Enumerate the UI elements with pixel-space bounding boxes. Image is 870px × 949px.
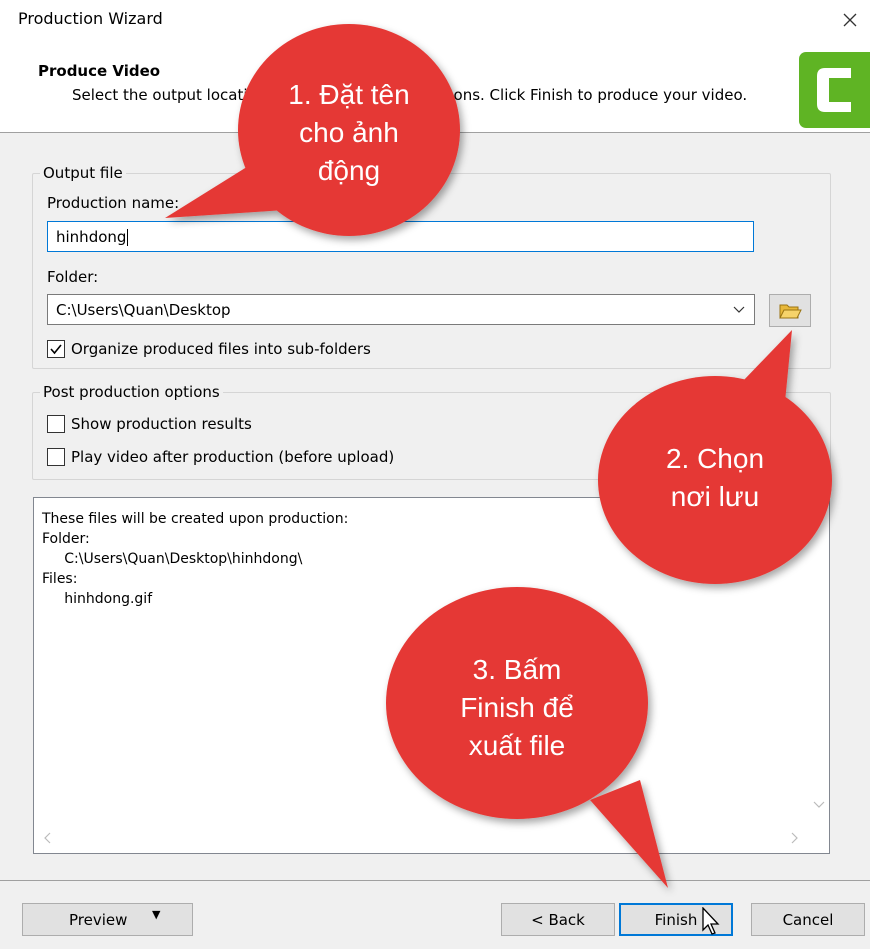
- checkbox-box[interactable]: [47, 340, 65, 358]
- folder-combobox[interactable]: C:\Users\Quan\Desktop: [47, 294, 755, 325]
- close-button[interactable]: [830, 0, 870, 40]
- show-results-label: Show production results: [71, 415, 252, 433]
- checkmark-icon: [50, 344, 62, 355]
- dropdown-arrow-icon[interactable]: ▼: [152, 908, 160, 921]
- checkbox-box[interactable]: [47, 448, 65, 466]
- scroll-left-icon[interactable]: [43, 831, 53, 845]
- footer-separator: [0, 880, 870, 881]
- folder-open-icon: [779, 304, 802, 318]
- play-video-checkbox[interactable]: Play video after production (before uplo…: [47, 448, 394, 466]
- production-name-input[interactable]: hinhdong: [47, 221, 754, 252]
- horizontal-scrollbar[interactable]: [34, 827, 829, 853]
- production-info-text: These files will be created upon product…: [42, 511, 349, 607]
- back-button-label: < Back: [531, 910, 585, 929]
- page-title: Produce Video: [38, 62, 161, 80]
- camtasia-logo-icon: [799, 52, 870, 128]
- browse-folder-button[interactable]: [769, 294, 811, 327]
- production-name-value: hinhdong: [56, 228, 127, 246]
- mouse-cursor-icon: [702, 907, 720, 935]
- callout-text-3: 3. Bấm Finish để xuất file: [460, 654, 574, 761]
- scroll-down-icon[interactable]: [813, 800, 825, 810]
- chevron-down-icon[interactable]: [732, 302, 746, 316]
- show-results-checkbox[interactable]: Show production results: [47, 415, 252, 433]
- text-caret: [127, 229, 129, 246]
- production-name-label: Production name:: [47, 194, 180, 212]
- title-bar: Production Wizard: [0, 0, 870, 40]
- cancel-button[interactable]: Cancel: [751, 903, 865, 936]
- callout-text-1: 1. Đặt tên cho ảnh động: [288, 79, 410, 186]
- folder-label: Folder:: [47, 268, 99, 286]
- post-production-group-label: Post production options: [40, 383, 223, 401]
- scroll-right-icon[interactable]: [789, 831, 799, 845]
- page-description-end: ons. Click Finish to produce your video.: [453, 86, 748, 104]
- page-description-start: Select the output locati: [72, 86, 248, 104]
- cancel-button-label: Cancel: [782, 910, 834, 929]
- preview-button-label: Preview: [69, 910, 128, 929]
- close-icon: [843, 13, 857, 27]
- output-file-group-label: Output file: [40, 164, 126, 182]
- finish-button-label: Finish: [654, 910, 698, 929]
- play-video-label: Play video after production (before uplo…: [71, 448, 395, 466]
- preview-button[interactable]: Preview: [22, 903, 193, 936]
- back-button[interactable]: < Back: [501, 903, 615, 936]
- organize-subfolders-checkbox[interactable]: Organize produced files into sub-folders: [47, 340, 371, 358]
- organize-subfolders-label: Organize produced files into sub-folders: [71, 340, 371, 358]
- folder-value: C:\Users\Quan\Desktop: [56, 301, 231, 319]
- window-title: Production Wizard: [18, 9, 163, 28]
- checkbox-box[interactable]: [47, 415, 65, 433]
- logo-shape: [817, 68, 851, 112]
- callout-text-2: 2. Chọn nơi lưu: [665, 443, 765, 512]
